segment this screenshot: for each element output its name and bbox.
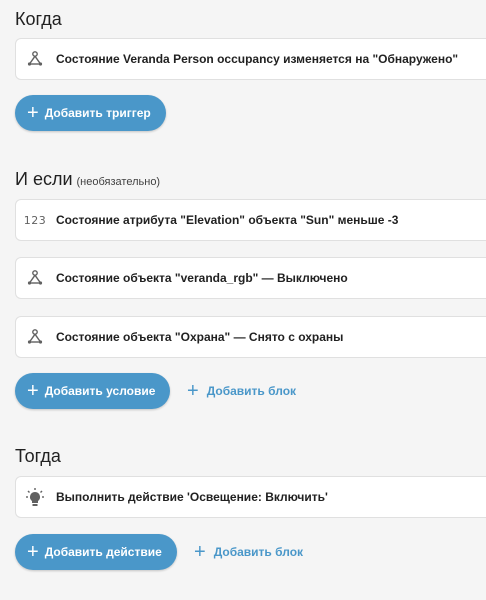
plus-icon: + [194, 541, 206, 563]
condition-label: Состояние атрибута "Elevation" объекта "… [56, 213, 399, 227]
condition-card[interactable]: Состояние объекта "Охрана" — Снято с охр… [15, 316, 486, 358]
trigger-card[interactable]: Состояние Veranda Person occupancy измен… [15, 38, 486, 80]
plus-icon: + [27, 541, 39, 563]
lightbulb-icon [24, 486, 46, 508]
then-section-title: Тогда [15, 446, 61, 466]
trigger-label: Состояние Veranda Person occupancy измен… [56, 52, 459, 66]
plus-icon: + [27, 380, 39, 402]
when-section-title: Когда [15, 9, 62, 29]
numeric-123-icon: 123 [23, 213, 47, 227]
plus-icon: + [187, 380, 199, 402]
if-title-text: И если [15, 169, 73, 189]
action-label: Выполнить действие 'Освещение: Включить' [56, 490, 328, 504]
condition-label: Состояние объекта "veranda_rgb" — Выключ… [56, 271, 348, 285]
condition-label: Состояние объекта "Охрана" — Снято с охр… [56, 330, 344, 344]
device-hub-icon [24, 48, 46, 70]
add-action-button[interactable]: + Добавить действие [15, 534, 177, 570]
add-condition-button[interactable]: + Добавить условие [15, 373, 170, 409]
action-card[interactable]: Выполнить действие 'Освещение: Включить' [15, 476, 486, 518]
plus-icon: + [27, 102, 39, 124]
add-block-button[interactable]: + Добавить блок [187, 373, 296, 409]
add-block-button[interactable]: + Добавить блок [194, 534, 303, 570]
if-section-title: И если (необязательно) [15, 168, 160, 193]
device-hub-icon [24, 326, 46, 348]
condition-card[interactable]: Состояние объекта "veranda_rgb" — Выключ… [15, 257, 486, 299]
optional-label: (необязательно) [76, 176, 161, 188]
device-hub-icon [24, 267, 46, 289]
condition-card[interactable]: 123 Состояние атрибута "Elevation" объек… [15, 199, 486, 241]
add-trigger-button[interactable]: + Добавить триггер [15, 95, 166, 131]
